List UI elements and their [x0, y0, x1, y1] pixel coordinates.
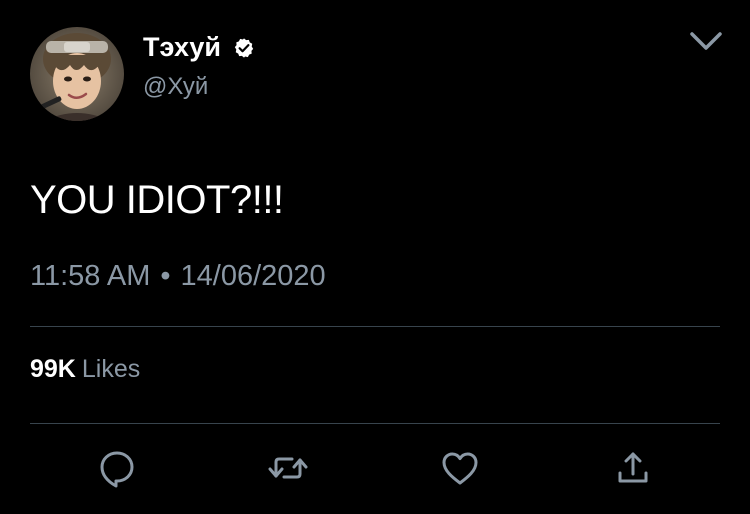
- like-icon: [442, 452, 478, 485]
- like-button[interactable]: [438, 446, 482, 490]
- tweet-timestamp[interactable]: 11:58 AM • 14/06/2020: [30, 257, 326, 295]
- display-name[interactable]: Тэхуй: [143, 30, 221, 64]
- avatar[interactable]: [30, 27, 124, 121]
- reply-icon: [100, 451, 134, 488]
- divider: [30, 423, 720, 424]
- likes-count: 99K: [30, 355, 76, 383]
- verified-badge-icon: [234, 38, 254, 58]
- likes-label: Likes: [81, 355, 141, 383]
- tweet-text: YOU IDIOT?!!!: [30, 178, 284, 222]
- tweet-date: 14/06/2020: [180, 260, 326, 292]
- divider: [30, 326, 720, 327]
- tweet-time: 11:58 AM: [30, 260, 151, 292]
- author-handle[interactable]: @Хуй: [143, 72, 208, 102]
- share-icon: [618, 452, 648, 483]
- meta-separator: •: [160, 260, 171, 292]
- avatar-photo: [30, 27, 124, 121]
- retweet-icon: [268, 457, 308, 479]
- share-button[interactable]: [611, 446, 655, 490]
- reply-button[interactable]: [95, 446, 139, 490]
- chevron-down-icon[interactable]: [688, 28, 724, 54]
- retweet-button[interactable]: [266, 446, 310, 490]
- likes-stat[interactable]: 99K Likes: [30, 353, 140, 385]
